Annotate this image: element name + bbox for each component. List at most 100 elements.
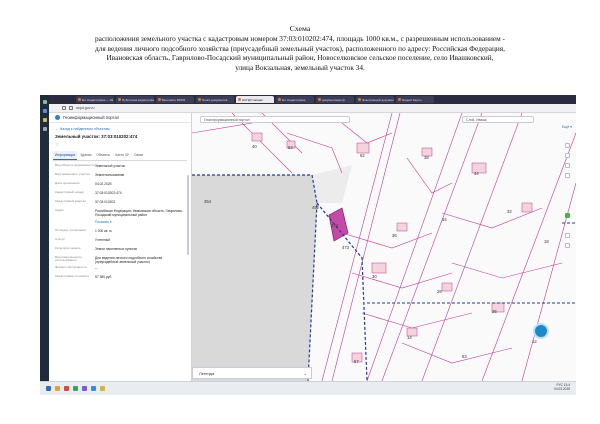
- tab-favicon: [198, 98, 201, 101]
- browser-tab[interactable]: Публичная кадастровая: [116, 96, 154, 103]
- tab-favicon: [118, 98, 121, 101]
- system-tray[interactable]: РУС 13:4 04.03.2025: [554, 383, 570, 391]
- portal-logo: [55, 115, 60, 120]
- url-text[interactable]: nspd.gov.ru: [76, 106, 95, 110]
- attributes-list: Вид объекта недвижимости Земельный участо…: [49, 161, 191, 285]
- show-more-link[interactable]: Показать ▾: [95, 220, 185, 227]
- browser-tab[interactable]: документация ф: [316, 96, 354, 103]
- object-tab[interactable]: Связи: [132, 151, 145, 160]
- reload-icon[interactable]: [69, 106, 73, 110]
- chevron-down-icon: ⌄: [303, 370, 307, 376]
- object-tab[interactable]: Части ЗУ: [113, 151, 131, 160]
- address-bar: nspd.gov.ru: [40, 104, 576, 113]
- attribute-key: Площадь уточненная: [55, 227, 86, 232]
- attribute-value: Российская Федерация, Ивановская область…: [95, 209, 183, 218]
- map-search-text: Геоинформационный портал: [204, 117, 250, 122]
- start-icon[interactable]: [46, 386, 51, 391]
- cadastral-map[interactable]: 354 40 62 44 38 474 36 34 32 30 28 26 18…: [192, 113, 576, 381]
- tab-favicon: [278, 98, 281, 101]
- location-icon[interactable]: [565, 213, 570, 218]
- tab-label: Ел. Кадастровая: [282, 97, 306, 102]
- more-menu-button[interactable]: Ещё ▾: [562, 125, 572, 129]
- browser-tab[interactable]: Яндекс Карты: [396, 96, 434, 103]
- parcel-label: 36: [392, 233, 397, 238]
- browser-tab[interactable]: Электронный документ: [356, 96, 394, 103]
- layers-icon[interactable]: [565, 143, 570, 148]
- app-icon[interactable]: [42, 127, 47, 131]
- back-to-results-link[interactable]: ← Назад к найденным объектам: [49, 123, 191, 132]
- legend-bar[interactable]: Легенда ⌄: [192, 367, 312, 379]
- parcel-label: 44: [474, 171, 479, 176]
- panel-scrollbar[interactable]: [187, 175, 189, 255]
- folder-icon[interactable]: [55, 386, 60, 391]
- address-search-input[interactable]: Слой. Ивашк.: [462, 116, 534, 123]
- parcel-label: 32: [507, 209, 512, 214]
- tab-favicon: [238, 98, 241, 101]
- scheme-line: расположения земельного участка с кадаст…: [95, 33, 505, 43]
- app-icon[interactable]: [100, 386, 105, 391]
- print-icon[interactable]: [565, 163, 570, 168]
- attribute-row: Вид земельного участка Землепользование: [55, 172, 185, 181]
- os-taskbar: РУС 13:4 04.03.2025: [40, 381, 576, 395]
- browser-tab[interactable]: Вконтакте ВКРМ: [156, 96, 194, 103]
- tab-label: Электронный документ: [362, 97, 394, 102]
- browser-tab[interactable]: Поиск документов: [196, 96, 234, 103]
- attribute-value: 97 380 руб: [95, 274, 112, 279]
- unregistered-land-area: [192, 175, 317, 381]
- app-icon[interactable]: [73, 386, 78, 391]
- parcel-label: 40: [252, 144, 257, 149]
- attribute-value: 04.02.2025: [95, 182, 112, 187]
- browser-tab[interactable]: НСПД Главная: [236, 96, 274, 103]
- tab-favicon: [78, 98, 81, 101]
- tab-label: документация ф: [322, 97, 345, 102]
- attribute-key: Дата присвоения: [55, 181, 80, 186]
- map-search-input[interactable]: Геоинформационный портал: [200, 116, 350, 123]
- portal-brand[interactable]: Геоинформационный портал: [49, 113, 191, 123]
- ruler-icon[interactable]: [565, 153, 570, 158]
- embedded-screenshot: Ел. Кадастровая — № Публичная кадастровая…: [40, 95, 576, 395]
- tab-label: Яндекс Карты: [402, 97, 422, 102]
- attribute-key: Вид объекта недвижимости: [55, 163, 95, 168]
- share-icon[interactable]: [565, 173, 570, 178]
- attribute-row: Категория земель Земли населенных пунктов: [55, 245, 185, 254]
- app-icon[interactable]: [42, 109, 47, 113]
- app-icon[interactable]: [42, 100, 47, 104]
- parcel-label: 38: [424, 155, 429, 160]
- attribute-key: Кадастровый квартал: [55, 199, 87, 204]
- tray-date: 04.03.2025: [554, 387, 570, 391]
- assistant-button[interactable]: [533, 323, 549, 339]
- browser-tab[interactable]: Ел. Кадастровая: [276, 96, 314, 103]
- tab-label: Вконтакте ВКРМ: [162, 97, 186, 102]
- parcel-label: 34: [442, 217, 447, 222]
- attribute-row: Вид разрешенного использования Для ведени…: [55, 254, 185, 264]
- tab-favicon: [158, 98, 161, 101]
- zoom-out-icon[interactable]: [565, 243, 570, 248]
- parcel-label: 12: [532, 339, 537, 344]
- browser-icon[interactable]: [91, 386, 96, 391]
- tab-label: Поиск документов: [202, 97, 228, 102]
- attribute-value: –: [95, 265, 97, 270]
- attribute-row: Кадастровый номер 37:03:010202:474: [55, 190, 185, 199]
- app-icon[interactable]: [64, 386, 69, 391]
- map-canvas[interactable]: 354 40 62 44 38 474 36 34 32 30 28 26 18…: [192, 113, 576, 381]
- address-search-text: Слой. Ивашк.: [466, 117, 488, 122]
- portal-name: Геоинформационный портал: [63, 115, 120, 120]
- parcel-label: 63: [462, 354, 467, 359]
- favorite-star-icon[interactable]: ☆: [49, 142, 191, 151]
- browser-tab[interactable]: Ел. Кадастровая — №: [76, 96, 114, 103]
- app-icon[interactable]: [42, 118, 47, 122]
- tab-favicon: [398, 98, 401, 101]
- scheme-heading: Схема расположения земельного участка с …: [20, 24, 580, 73]
- object-tab[interactable]: Здания: [78, 151, 93, 160]
- parcel-label: 30: [372, 274, 377, 279]
- attribute-value: 1 000 кв. м: [95, 228, 112, 233]
- tab-label: Ел. Кадастровая — №: [82, 97, 114, 102]
- attribute-key: Статус: [55, 236, 65, 241]
- scheme-line: улица Вокзальная, земельный участок 34.: [235, 63, 365, 73]
- attribute-row: Показать ▾: [55, 218, 185, 227]
- zoom-in-icon[interactable]: [565, 233, 570, 238]
- back-icon[interactable]: [62, 106, 66, 110]
- app-icon[interactable]: [82, 386, 87, 391]
- object-tab[interactable]: Объекты: [94, 151, 112, 160]
- object-tab[interactable]: Информация: [53, 151, 78, 160]
